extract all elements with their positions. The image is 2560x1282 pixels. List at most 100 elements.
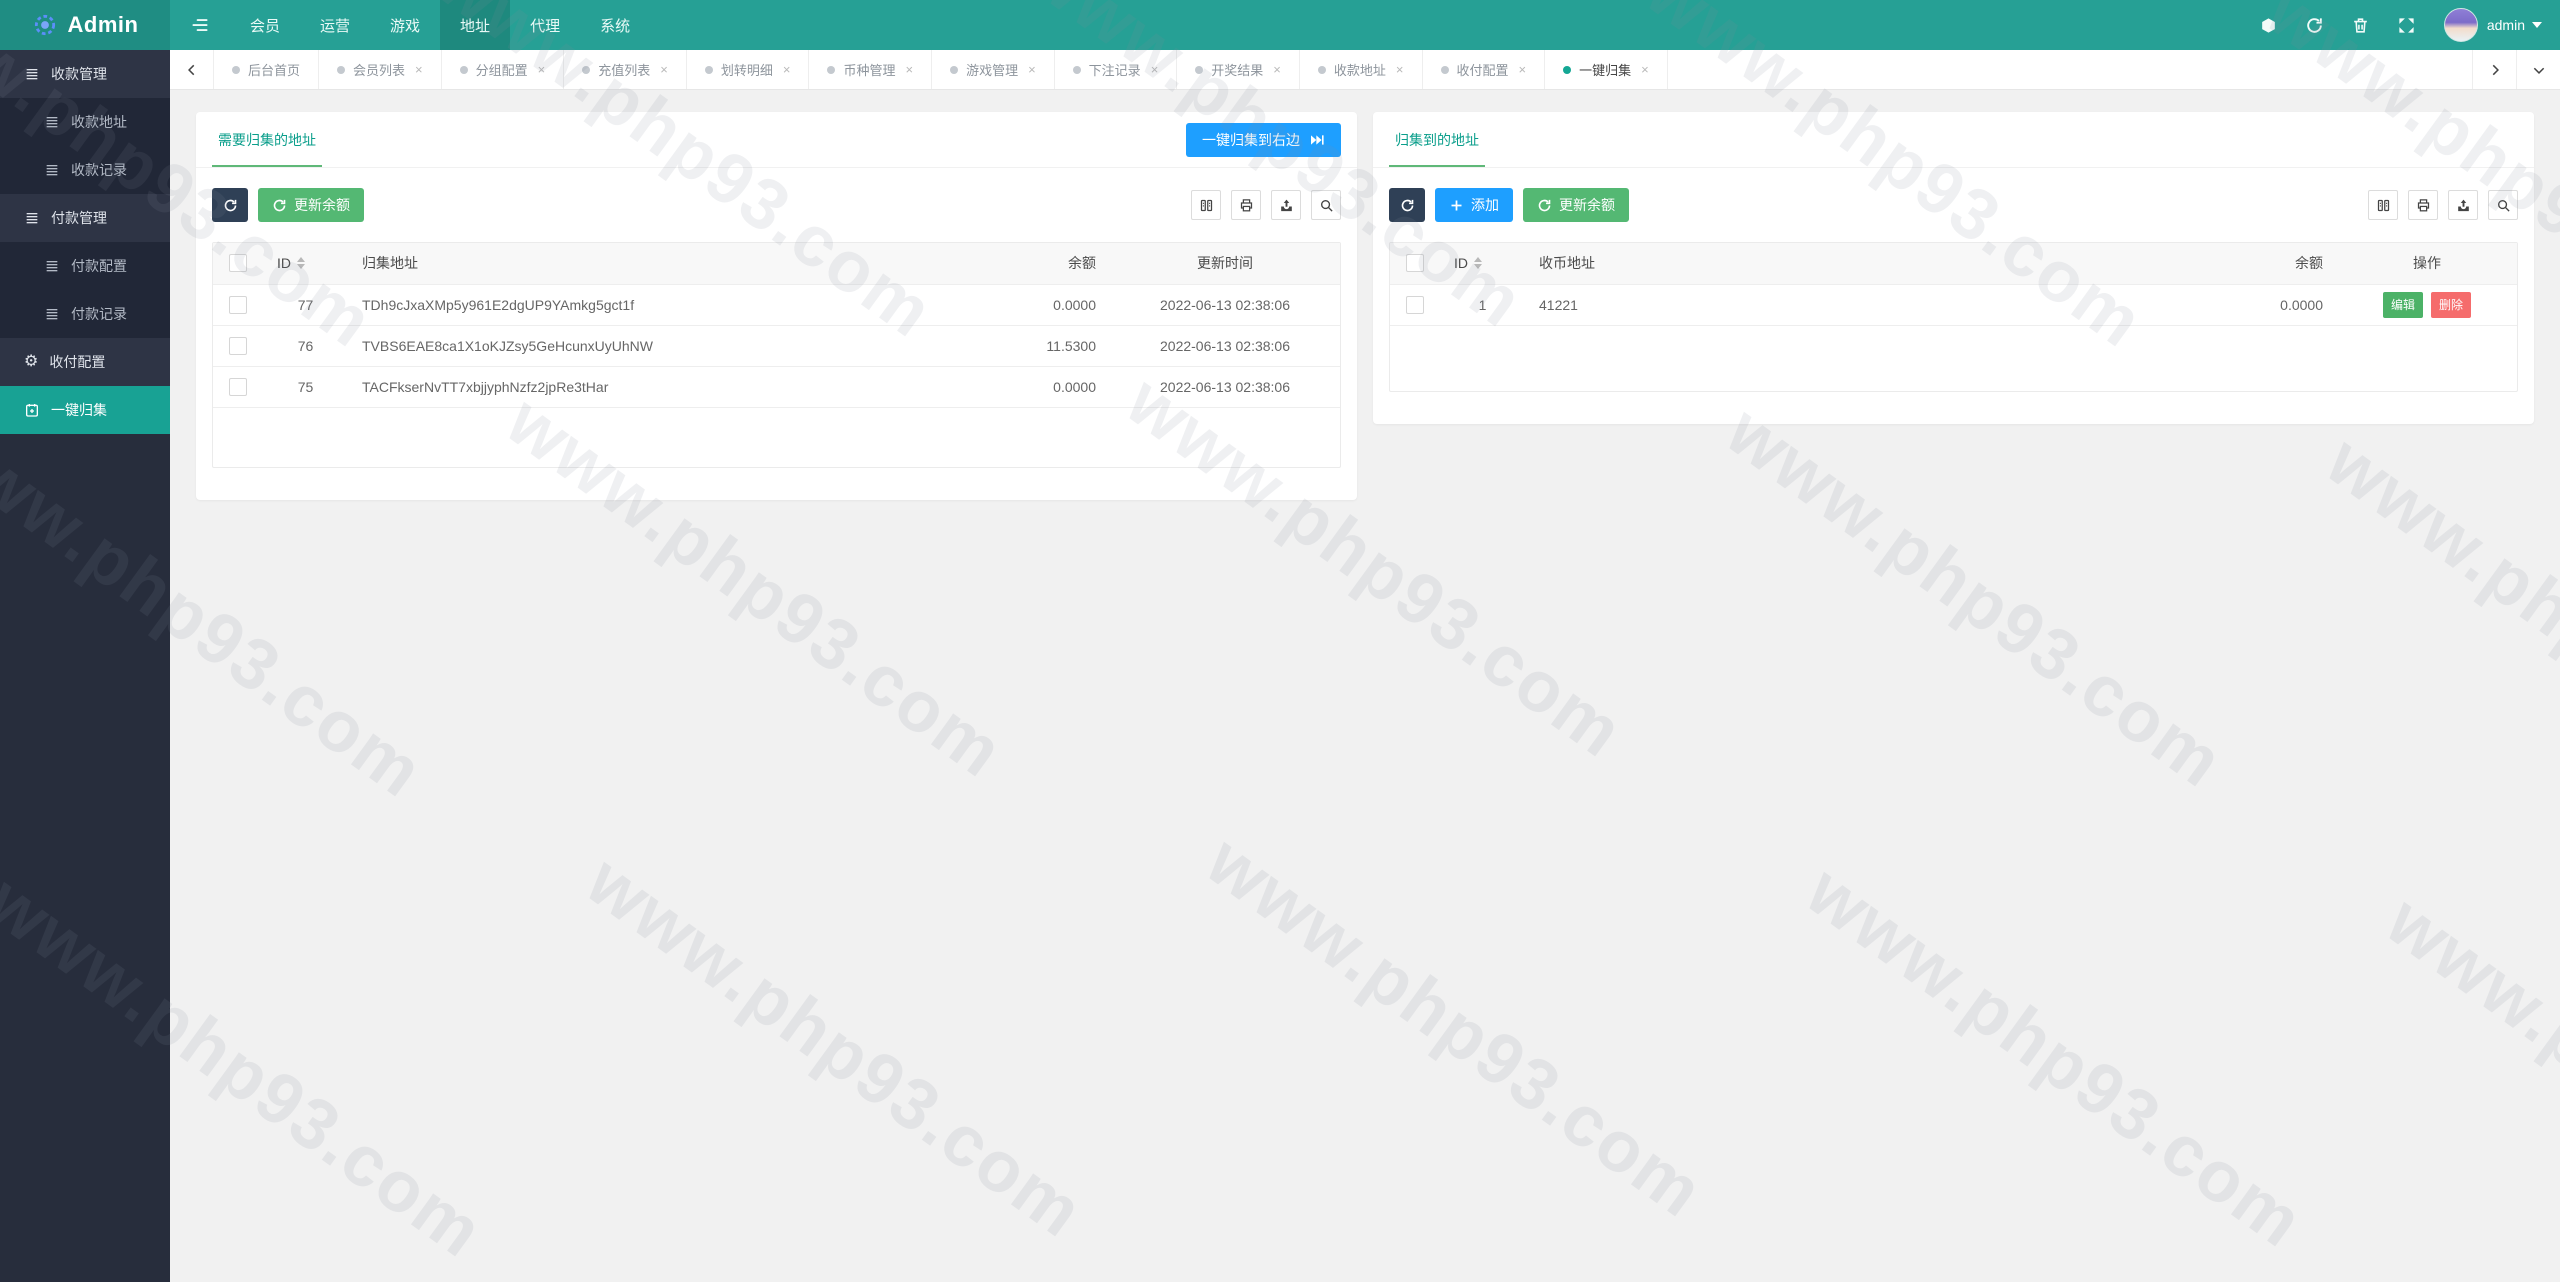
sidebar-item-payment-records[interactable]: 付款记录	[0, 290, 170, 338]
close-icon[interactable]: ×	[783, 62, 791, 77]
tab-label: 收付配置	[1456, 63, 1509, 78]
reload-table-button[interactable]	[1389, 188, 1425, 222]
sidebar-item-payment-mgmt[interactable]: 付款管理	[0, 194, 170, 242]
list-icon	[46, 117, 58, 128]
panel-body: 添加 更新余额 ID 收币地址 余额 操作 1 41221 0.0000 编辑 …	[1373, 168, 2534, 416]
tabs: 后台首页 会员列表 × 分组配置 × 充值列表 × 划转明细 × 币种管理 × 游戏管理 ×…	[214, 50, 1668, 89]
tabs-scroll-left-button[interactable]	[170, 50, 214, 89]
tab-collection-address[interactable]: 收款地址 ×	[1300, 50, 1423, 89]
tab-home[interactable]: 后台首页	[214, 50, 320, 89]
reload-table-button[interactable]	[212, 188, 248, 222]
list-icon	[26, 69, 38, 80]
tab-game-mgmt[interactable]: 游戏管理 ×	[932, 50, 1055, 89]
collect-to-right-button[interactable]: 一键归集到右边	[1186, 123, 1341, 157]
fullscreen-icon	[2399, 17, 2414, 33]
tab-member-list[interactable]: 会员列表 ×	[319, 50, 442, 89]
gear-icon: ⚙	[24, 353, 39, 370]
add-address-button[interactable]: 添加	[1435, 188, 1513, 222]
row-checkbox[interactable]	[229, 377, 247, 396]
export-button[interactable]	[2448, 190, 2478, 220]
row-checkbox[interactable]	[229, 295, 247, 314]
edit-button[interactable]: 编辑	[2382, 291, 2423, 318]
filter-columns-button[interactable]	[2368, 190, 2398, 220]
nav-item-members[interactable]: 会员	[230, 0, 300, 50]
chevron-down-icon	[2532, 22, 2542, 28]
close-icon[interactable]: ×	[1396, 62, 1404, 77]
close-icon[interactable]: ×	[538, 62, 546, 77]
sort-icon[interactable]	[1474, 257, 1482, 270]
panel-addresses-to-collect: 需要归集的地址 一键归集到右边 更新余额 ID 归集地址 余额 更新时间 77 …	[196, 112, 1357, 500]
select-all-checkbox[interactable]	[229, 254, 247, 273]
clear-trash-button[interactable]	[2338, 0, 2384, 50]
tab-transfer-details[interactable]: 划转明细 ×	[687, 50, 810, 89]
sidebar-item-one-click-collect[interactable]: 一键归集	[0, 386, 170, 434]
tab-dot	[704, 65, 713, 74]
nav-item-agents[interactable]: 代理	[510, 0, 580, 50]
user-dropdown[interactable]: admin	[2487, 17, 2542, 33]
close-icon[interactable]: ×	[1519, 62, 1527, 77]
clear-cache-button[interactable]	[2246, 0, 2292, 50]
column-header-actions: 操作	[2413, 255, 2441, 272]
sidebar-item-label: 收付配置	[49, 354, 106, 370]
close-icon[interactable]: ×	[1641, 62, 1649, 77]
row-checkbox[interactable]	[229, 336, 247, 355]
filter-columns-button[interactable]	[1191, 190, 1221, 220]
tab-label: 充值列表	[598, 63, 651, 78]
sidebar-item-collection-mgmt[interactable]: 收款管理	[0, 50, 170, 98]
tab-bet-records[interactable]: 下注记录 ×	[1055, 50, 1178, 89]
watermark-text: www.php93.com	[1192, 820, 1718, 1234]
tab-one-click-collect[interactable]: 一键归集 ×	[1545, 50, 1668, 89]
close-icon[interactable]: ×	[660, 62, 668, 77]
tab-payin-payout-config[interactable]: 收付配置 ×	[1423, 50, 1546, 89]
table-row: 76 TVBS6EAE8ca1X1oKJZsy5GeHcunxUyUhNW 11…	[213, 325, 1340, 367]
nav-item-operations[interactable]: 运营	[300, 0, 370, 50]
username-label: admin	[2486, 17, 2525, 33]
menu-toggle-button[interactable]	[170, 0, 230, 50]
sidebar-item-collection-address[interactable]: 收款地址	[0, 98, 170, 146]
close-icon[interactable]: ×	[415, 62, 423, 77]
delete-button[interactable]: 删除	[2431, 291, 2472, 318]
select-all-checkbox[interactable]	[1406, 254, 1424, 273]
close-icon[interactable]: ×	[1028, 62, 1036, 77]
list-icon	[46, 165, 58, 176]
sort-icon[interactable]	[297, 257, 305, 270]
close-icon[interactable]: ×	[1273, 62, 1281, 77]
tab-deposit-list[interactable]: 充值列表 ×	[564, 50, 687, 89]
print-button[interactable]	[2408, 190, 2438, 220]
sidebar-item-collection-records[interactable]: 收款记录	[0, 146, 170, 194]
list-icon	[46, 261, 58, 272]
tabs-menu-button[interactable]	[2516, 50, 2560, 89]
sidebar-item-payment-config[interactable]: 付款配置	[0, 242, 170, 290]
list-icon	[26, 213, 38, 224]
nav-item-system[interactable]: 系统	[580, 0, 650, 50]
brand-gear-icon	[34, 14, 55, 36]
navbar-right: admin	[2246, 0, 2560, 50]
panel-title-tab[interactable]: 需要归集的地址	[212, 112, 322, 167]
print-icon	[1240, 198, 1252, 211]
row-checkbox[interactable]	[1406, 295, 1424, 314]
export-button[interactable]	[1271, 190, 1301, 220]
sidebar-item-payin-payout-config[interactable]: ⚙ 收付配置	[0, 338, 170, 386]
nav-item-games[interactable]: 游戏	[370, 0, 440, 50]
cell-address: TVBS6EAE8ca1X1oKJZsy5GeHcunxUyUhNW	[348, 325, 940, 367]
tab-label: 一键归集	[1579, 63, 1632, 78]
table-header-row: ID 收币地址 余额 操作	[1390, 243, 2517, 285]
panel-title-tab[interactable]: 归集到的地址	[1389, 112, 1485, 167]
table-row: 77 TDh9cJxaXMp5y961E2dgUP9YAmkg5gct1f 0.…	[213, 284, 1340, 326]
tabs-scroll-right-button[interactable]	[2472, 50, 2516, 89]
tab-lottery-results[interactable]: 开奖结果 ×	[1177, 50, 1300, 89]
close-icon[interactable]: ×	[1151, 62, 1159, 77]
nav-item-address[interactable]: 地址	[440, 0, 511, 50]
search-button[interactable]	[1311, 190, 1341, 220]
print-button[interactable]	[1231, 190, 1261, 220]
tab-coin-mgmt[interactable]: 币种管理 ×	[809, 50, 933, 89]
user-avatar[interactable]	[2443, 8, 2478, 42]
search-button[interactable]	[2488, 190, 2518, 220]
refresh-page-button[interactable]	[2292, 0, 2338, 50]
update-balance-button[interactable]: 更新余额	[1523, 188, 1629, 222]
fullscreen-button[interactable]	[2384, 0, 2430, 50]
update-balance-button[interactable]: 更新余额	[258, 188, 364, 222]
close-icon[interactable]: ×	[905, 62, 913, 77]
panel-title: 需要归集的地址	[218, 131, 316, 148]
tab-group-config[interactable]: 分组配置 ×	[442, 50, 565, 89]
